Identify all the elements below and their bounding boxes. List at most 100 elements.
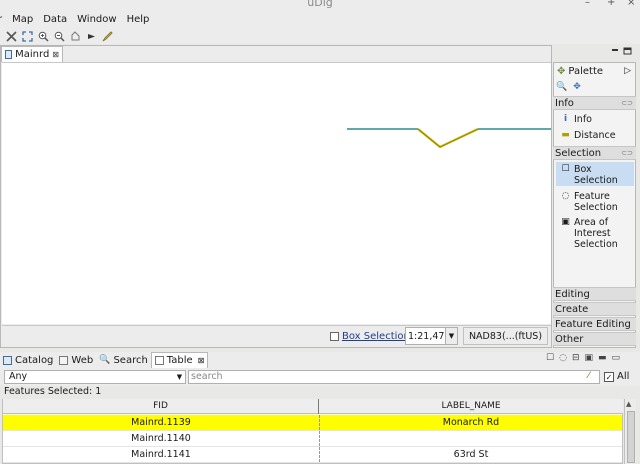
cell-label-name <box>319 431 622 446</box>
cell-fid: Mainrd.1140 <box>131 433 191 444</box>
catalog-icon <box>3 355 12 365</box>
view-minimize-icon[interactable]: ▬ <box>598 353 607 363</box>
zoom-in-icon[interactable] <box>37 30 49 42</box>
tab-table[interactable]: Table ⊠ <box>150 352 209 368</box>
menu-data[interactable]: Data <box>43 14 67 25</box>
table-scrollbar[interactable]: ▲ <box>624 399 636 464</box>
cell-label-name: Monarch Rd <box>319 415 622 430</box>
scale-combo[interactable]: 1:21,477 ▼ <box>405 327 458 345</box>
feature-selection-icon: ◌ <box>561 191 570 201</box>
select-all-icon[interactable]: ☐ <box>546 353 554 363</box>
info-icon: i <box>563 114 568 124</box>
tab-web-label: Web <box>71 354 94 366</box>
tool-box-selection[interactable]: ☐ Box Selection <box>556 162 634 186</box>
zoom-to-selection-icon[interactable]: ⊟ <box>572 353 580 363</box>
maximize-button[interactable]: + <box>607 0 615 8</box>
tab-mainrd[interactable]: Mainrd ⊠ <box>1 46 63 62</box>
close-tab-icon[interactable]: ⊠ <box>52 50 59 59</box>
drawer-selection-label: Selection <box>555 147 602 159</box>
view-maximize-icon[interactable]: ▭ <box>612 353 621 363</box>
tool-info[interactable]: i Info <box>556 112 634 127</box>
drawer-create[interactable]: Create <box>553 302 636 316</box>
menu-partial[interactable]: r <box>0 14 2 25</box>
road-selected-monarch <box>417 128 479 149</box>
area-of-interest-icon: ▣ <box>561 217 570 227</box>
scrollbar-thumb[interactable] <box>627 411 635 463</box>
cell-fid: Mainrd.1139 <box>131 417 191 428</box>
clear-search-icon[interactable]: ⁄ <box>588 371 590 381</box>
tool-info-label: Info <box>574 114 592 125</box>
cell-fid: Mainrd.1141 <box>131 449 191 460</box>
chevron-down-icon[interactable]: ▼ <box>445 328 457 344</box>
box-selection-status-icon <box>330 331 339 341</box>
drawer-editing[interactable]: Editing <box>553 287 636 301</box>
selection-tool-status[interactable]: Box Selection <box>330 327 410 345</box>
tool-area-of-interest[interactable]: ▣ Area of Interest Selection <box>556 215 634 252</box>
bottom-view-tabs: Catalog Web 🔍 Search Table ⊠ <box>0 352 640 368</box>
web-icon <box>59 355 69 365</box>
palette-collapse-icon[interactable]: ▷ <box>624 66 631 76</box>
close-tab-icon[interactable]: ⊠ <box>198 356 205 365</box>
drawer-info[interactable]: Info ⊂⊃ <box>553 96 636 110</box>
edit-icon[interactable] <box>101 30 113 42</box>
palette-header: ✥ Palette ▷ <box>554 63 635 79</box>
all-checkbox[interactable]: ✓ All <box>604 371 629 382</box>
close-window-button[interactable]: × <box>627 0 635 8</box>
drawer-info-label: Info <box>555 97 574 109</box>
minimize-button[interactable]: – <box>585 0 590 8</box>
drawer-feature-editing[interactable]: Feature Editing <box>553 317 636 331</box>
menu-window[interactable]: Window <box>77 14 116 25</box>
editor-minmax[interactable] <box>610 47 634 58</box>
tab-search[interactable]: 🔍 Search <box>96 352 151 368</box>
scroll-up-icon[interactable]: ▲ <box>626 400 631 408</box>
search-input[interactable]: search <box>188 370 600 384</box>
table-row[interactable]: Mainrd.1139 Monarch Rd <box>3 415 622 431</box>
drawer-toggle-icon[interactable]: ⊂⊃ <box>621 99 633 107</box>
menu-map[interactable]: Map <box>12 14 33 25</box>
main-toolbar <box>0 28 640 44</box>
distance-icon: ▬ <box>561 130 570 140</box>
menu-bar: r Map Data Window Help <box>0 10 640 28</box>
palette-icon: ✥ <box>557 65 566 77</box>
tab-table-label: Table <box>166 355 193 366</box>
crs-button[interactable]: NAD83(...(ftUS) <box>463 327 548 345</box>
tab-search-label: Search <box>113 354 148 366</box>
identify-icon[interactable] <box>85 30 97 42</box>
chevron-down-icon[interactable]: ▼ <box>174 371 185 383</box>
zoom-extent-icon[interactable] <box>21 30 33 42</box>
palette-layout-icon[interactable]: ✥ <box>573 82 581 92</box>
selection-tool-icon[interactable] <box>5 30 17 42</box>
tool-distance[interactable]: ▬ Distance <box>556 128 634 143</box>
zoom-out-icon[interactable] <box>53 30 65 42</box>
column-header-fid[interactable]: FID <box>3 399 318 414</box>
tool-distance-label: Distance <box>574 130 616 141</box>
selection-tool-label[interactable]: Box Selection <box>342 331 410 342</box>
window-title: uDig <box>307 0 333 9</box>
tab-catalog[interactable]: Catalog <box>0 352 56 368</box>
cell-label-name: 63rd St <box>319 447 622 462</box>
tab-mainrd-label: Mainrd <box>15 49 50 60</box>
menu-help[interactable]: Help <box>127 14 150 25</box>
drawer-toggle-icon[interactable]: ⊂⊃ <box>621 149 633 157</box>
palette-zoom-icon[interactable]: 🔍 <box>556 82 567 92</box>
filter-combo[interactable]: Any ▼ <box>4 370 186 384</box>
box-selection-icon: ☐ <box>561 164 570 174</box>
promote-selection-icon[interactable]: ◌ <box>559 353 567 363</box>
tool-feature-selection[interactable]: ◌ Feature Selection <box>556 189 634 215</box>
palette-tools: 🔍 ✥ <box>556 82 581 92</box>
drawer-other[interactable]: Other <box>553 332 636 346</box>
tab-web[interactable]: Web <box>56 352 96 368</box>
filter-value: Any <box>9 371 28 382</box>
column-header-label-name[interactable]: LABEL_NAME <box>319 399 623 414</box>
tool-box-selection-label: Box Selection <box>574 164 618 186</box>
tool-feature-selection-label: Feature Selection <box>574 191 618 213</box>
drawer-selection[interactable]: Selection ⊂⊃ <box>553 146 636 160</box>
table-row[interactable]: Mainrd.1141 63rd St <box>3 447 622 463</box>
map-canvas[interactable] <box>2 62 551 324</box>
view-menu-icon[interactable]: ▣ <box>584 353 593 363</box>
table-row[interactable]: Mainrd.1140 <box>3 431 622 447</box>
all-checkbox-box[interactable]: ✓ <box>604 371 614 382</box>
title-bar: uDig – + × <box>0 0 640 10</box>
pan-icon[interactable] <box>69 30 81 42</box>
all-label: All <box>617 371 630 382</box>
